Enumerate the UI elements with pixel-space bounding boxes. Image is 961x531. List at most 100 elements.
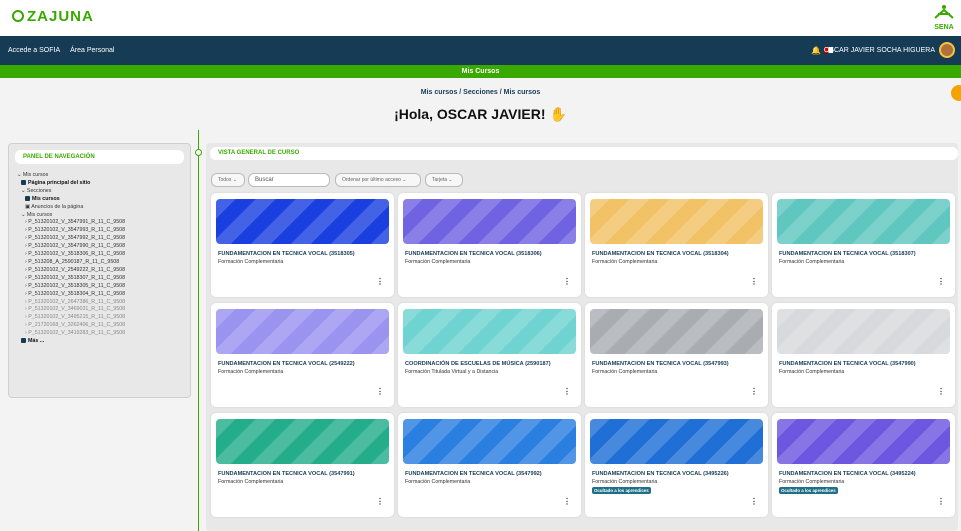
course-title[interactable]: FUNDAMENTACION EN TECNICA VOCAL (3547992… bbox=[405, 471, 577, 477]
folder-icon bbox=[21, 338, 26, 344]
nav-link-area-personal[interactable]: Área Personal bbox=[70, 47, 114, 54]
bell-icon[interactable]: 🔔 bbox=[811, 46, 821, 55]
course-image[interactable] bbox=[590, 199, 763, 244]
course-title[interactable]: FUNDAMENTACION EN TECNICA VOCAL (3547990… bbox=[779, 361, 951, 367]
avatar[interactable] bbox=[939, 42, 955, 58]
course-card[interactable]: COORDINACIÓN DE ESCUELAS DE MÚSICA (2590… bbox=[398, 303, 581, 407]
nav-tree-item[interactable]: Más ... bbox=[17, 338, 182, 346]
kebab-menu-icon[interactable]: ⋮ bbox=[376, 387, 384, 396]
course-card[interactable]: FUNDAMENTACION EN TECNICA VOCAL (3547990… bbox=[772, 303, 955, 407]
nav-tree-item-label: P_51320102_V_3518306_R_11_C_9508 bbox=[28, 251, 126, 258]
course-image[interactable] bbox=[777, 199, 950, 244]
drawer-toggle-button[interactable] bbox=[951, 85, 961, 101]
nav-tree-item-label: P_513208_A_2590187_R_11_C_9508 bbox=[28, 258, 120, 265]
course-card[interactable]: FUNDAMENTACION EN TECNICA VOCAL (3518305… bbox=[211, 193, 394, 297]
kebab-menu-icon[interactable]: ⋮ bbox=[750, 387, 758, 396]
kebab-menu-icon[interactable]: ⋮ bbox=[563, 497, 571, 506]
view-dropdown[interactable]: Tarjeta ⌄ bbox=[425, 173, 463, 187]
course-card[interactable]: FUNDAMENTACION EN TECNICA VOCAL (3518304… bbox=[585, 193, 768, 297]
nav-tree-item[interactable]: › P_51320102_V_2647386_R_11_C_9508 bbox=[17, 299, 182, 307]
course-image[interactable] bbox=[403, 309, 576, 354]
kebab-menu-icon[interactable]: ⋮ bbox=[750, 277, 758, 286]
navigation-panel: PANEL DE NAVEGACIÓN ⌄ Mis cursos Página p… bbox=[8, 143, 191, 398]
nav-tree-item[interactable]: › P_51320102_V_3547991_R_11_C_9508 bbox=[17, 219, 182, 227]
course-image[interactable] bbox=[777, 419, 950, 464]
nav-tree-item[interactable]: › P_51320102_V_3547992_R_11_C_9508 bbox=[17, 235, 182, 243]
kebab-menu-icon[interactable]: ⋮ bbox=[937, 277, 945, 286]
nav-tree-item[interactable]: › P_21720168_V_3262406_R_11_C_9508 bbox=[17, 322, 182, 330]
nav-tree-item-label: P_21720168_V_3262406_R_11_C_9508 bbox=[28, 322, 126, 329]
course-image[interactable] bbox=[216, 419, 389, 464]
nav-tree-item[interactable]: › P_51320102_V_3518305_R_11_C_9508 bbox=[17, 283, 182, 291]
course-title[interactable]: FUNDAMENTACION EN TECNICA VOCAL (2549222… bbox=[218, 361, 390, 367]
kebab-menu-icon[interactable]: ⋮ bbox=[750, 497, 758, 506]
kebab-menu-icon[interactable]: ⋮ bbox=[563, 277, 571, 286]
zajuna-logo[interactable]: ZAJUNA bbox=[12, 8, 94, 25]
nav-tree-item-label: Más ... bbox=[28, 338, 45, 345]
nav-tree-item-label: P_51320102_V_3518307_R_11_C_9508 bbox=[28, 274, 126, 281]
nav-tree-item[interactable]: ⌄ Secciones bbox=[17, 188, 182, 196]
course-card[interactable]: FUNDAMENTACION EN TECNICA VOCAL (3547992… bbox=[398, 413, 581, 517]
course-title[interactable]: FUNDAMENTACION EN TECNICA VOCAL (3518304… bbox=[592, 251, 764, 257]
course-image[interactable] bbox=[590, 419, 763, 464]
course-title[interactable]: FUNDAMENTACION EN TECNICA VOCAL (3495226… bbox=[592, 471, 764, 477]
course-card[interactable]: FUNDAMENTACION EN TECNICA VOCAL (3518306… bbox=[398, 193, 581, 297]
nav-tree-item[interactable]: ⌄ Mis cursos bbox=[17, 172, 182, 180]
hidden-status-badge: Ocultado a los aprendices bbox=[592, 487, 651, 494]
nav-tree-item[interactable]: Página principal del sitio bbox=[17, 179, 182, 188]
page-banner: Mis Cursos bbox=[0, 65, 961, 78]
course-image[interactable] bbox=[403, 199, 576, 244]
course-card[interactable]: FUNDAMENTACION EN TECNICA VOCAL (3495224… bbox=[772, 413, 955, 517]
nav-tree-item[interactable]: Mis cursos bbox=[17, 195, 182, 204]
kebab-menu-icon[interactable]: ⋮ bbox=[563, 387, 571, 396]
course-title[interactable]: FUNDAMENTACION EN TECNICA VOCAL (3495224… bbox=[779, 471, 951, 477]
course-image[interactable] bbox=[216, 199, 389, 244]
course-category: Formación Complementaria bbox=[218, 369, 284, 375]
user-name[interactable]: OSCAR JAVIER SOCHA HIGUERA bbox=[824, 47, 935, 54]
nav-tree-item[interactable]: › P_51320102_V_3547993_R_11_C_9508 bbox=[17, 227, 182, 235]
nav-tree-item[interactable]: › P_51320102_V_3547990_R_11_C_9508 bbox=[17, 243, 182, 251]
course-title[interactable]: FUNDAMENTACION EN TECNICA VOCAL (3547993… bbox=[592, 361, 764, 367]
nav-tree-item[interactable]: ▣ Anuncios de la página bbox=[17, 204, 182, 212]
nav-tree-item-label: Mis cursos bbox=[22, 172, 49, 178]
course-title[interactable]: FUNDAMENTACION EN TECNICA VOCAL (3547991… bbox=[218, 471, 390, 477]
course-category: Formación Titulada Virtual y a Distancia bbox=[405, 369, 499, 375]
course-card[interactable]: FUNDAMENTACION EN TECNICA VOCAL (3518307… bbox=[772, 193, 955, 297]
leaf-icon bbox=[12, 10, 24, 22]
kebab-menu-icon[interactable]: ⋮ bbox=[376, 277, 384, 286]
course-title[interactable]: FUNDAMENTACION EN TECNICA VOCAL (3518307… bbox=[779, 251, 951, 257]
sort-dropdown[interactable]: Ordenar por último acceso ⌄ bbox=[335, 173, 421, 187]
nav-tree-item[interactable]: › P_51320102_V_3518307_R_11_C_9508 bbox=[17, 275, 182, 283]
kebab-menu-icon[interactable]: ⋮ bbox=[376, 497, 384, 506]
breadcrumb[interactable]: Mis cursos / Secciones / Mis cursos bbox=[0, 89, 961, 96]
divider-handle[interactable] bbox=[195, 149, 202, 156]
nav-tree-item[interactable]: › P_51320102_V_3469031_R_11_C_9508 bbox=[17, 306, 182, 314]
nav-tree-item-label: P_51320102_V_3547992_R_11_C_9508 bbox=[28, 235, 126, 242]
grouping-dropdown[interactable]: Todos ⌄ bbox=[211, 173, 245, 187]
nav-tree-item[interactable]: › P_51320102_V_3495215_R_11_C_9508 bbox=[17, 314, 182, 322]
nav-tree-item[interactable]: › P_51320102_V_3518304_R_11_C_9508 bbox=[17, 291, 182, 299]
course-image[interactable] bbox=[590, 309, 763, 354]
nav-tree-item[interactable]: ⌄ Mis cursos bbox=[17, 212, 182, 220]
kebab-menu-icon[interactable]: ⋮ bbox=[937, 387, 945, 396]
course-image[interactable] bbox=[216, 309, 389, 354]
course-title[interactable]: COORDINACIÓN DE ESCUELAS DE MÚSICA (2590… bbox=[405, 361, 577, 367]
course-category: Formación Complementaria bbox=[779, 259, 845, 265]
waving-hand-icon: ✋ bbox=[549, 106, 567, 122]
course-card[interactable]: FUNDAMENTACION EN TECNICA VOCAL (3495226… bbox=[585, 413, 768, 517]
nav-tree-item[interactable]: › P_51320102_V_3419283_R_11_C_9508 bbox=[17, 330, 182, 338]
nav-tree-item[interactable]: › P_513208_A_2590187_R_11_C_9508 bbox=[17, 259, 182, 267]
course-title[interactable]: FUNDAMENTACION EN TECNICA VOCAL (3518306… bbox=[405, 251, 577, 257]
nav-link-sofia[interactable]: Accede a SOFIA bbox=[8, 47, 60, 54]
course-card[interactable]: FUNDAMENTACION EN TECNICA VOCAL (3547993… bbox=[585, 303, 768, 407]
nav-tree-item[interactable]: › P_51320102_V_2549222_R_11_C_9508 bbox=[17, 267, 182, 275]
kebab-menu-icon[interactable]: ⋮ bbox=[937, 497, 945, 506]
nav-tree-item[interactable]: › P_51320102_V_3518306_R_11_C_9508 bbox=[17, 251, 182, 259]
search-input[interactable]: Buscar bbox=[248, 173, 330, 187]
course-image[interactable] bbox=[777, 309, 950, 354]
nav-tree-item-label: Página principal del sitio bbox=[28, 179, 91, 186]
course-image[interactable] bbox=[403, 419, 576, 464]
course-card[interactable]: FUNDAMENTACION EN TECNICA VOCAL (2549222… bbox=[211, 303, 394, 407]
course-title[interactable]: FUNDAMENTACION EN TECNICA VOCAL (3518305… bbox=[218, 251, 390, 257]
course-card[interactable]: FUNDAMENTACION EN TECNICA VOCAL (3547991… bbox=[211, 413, 394, 517]
